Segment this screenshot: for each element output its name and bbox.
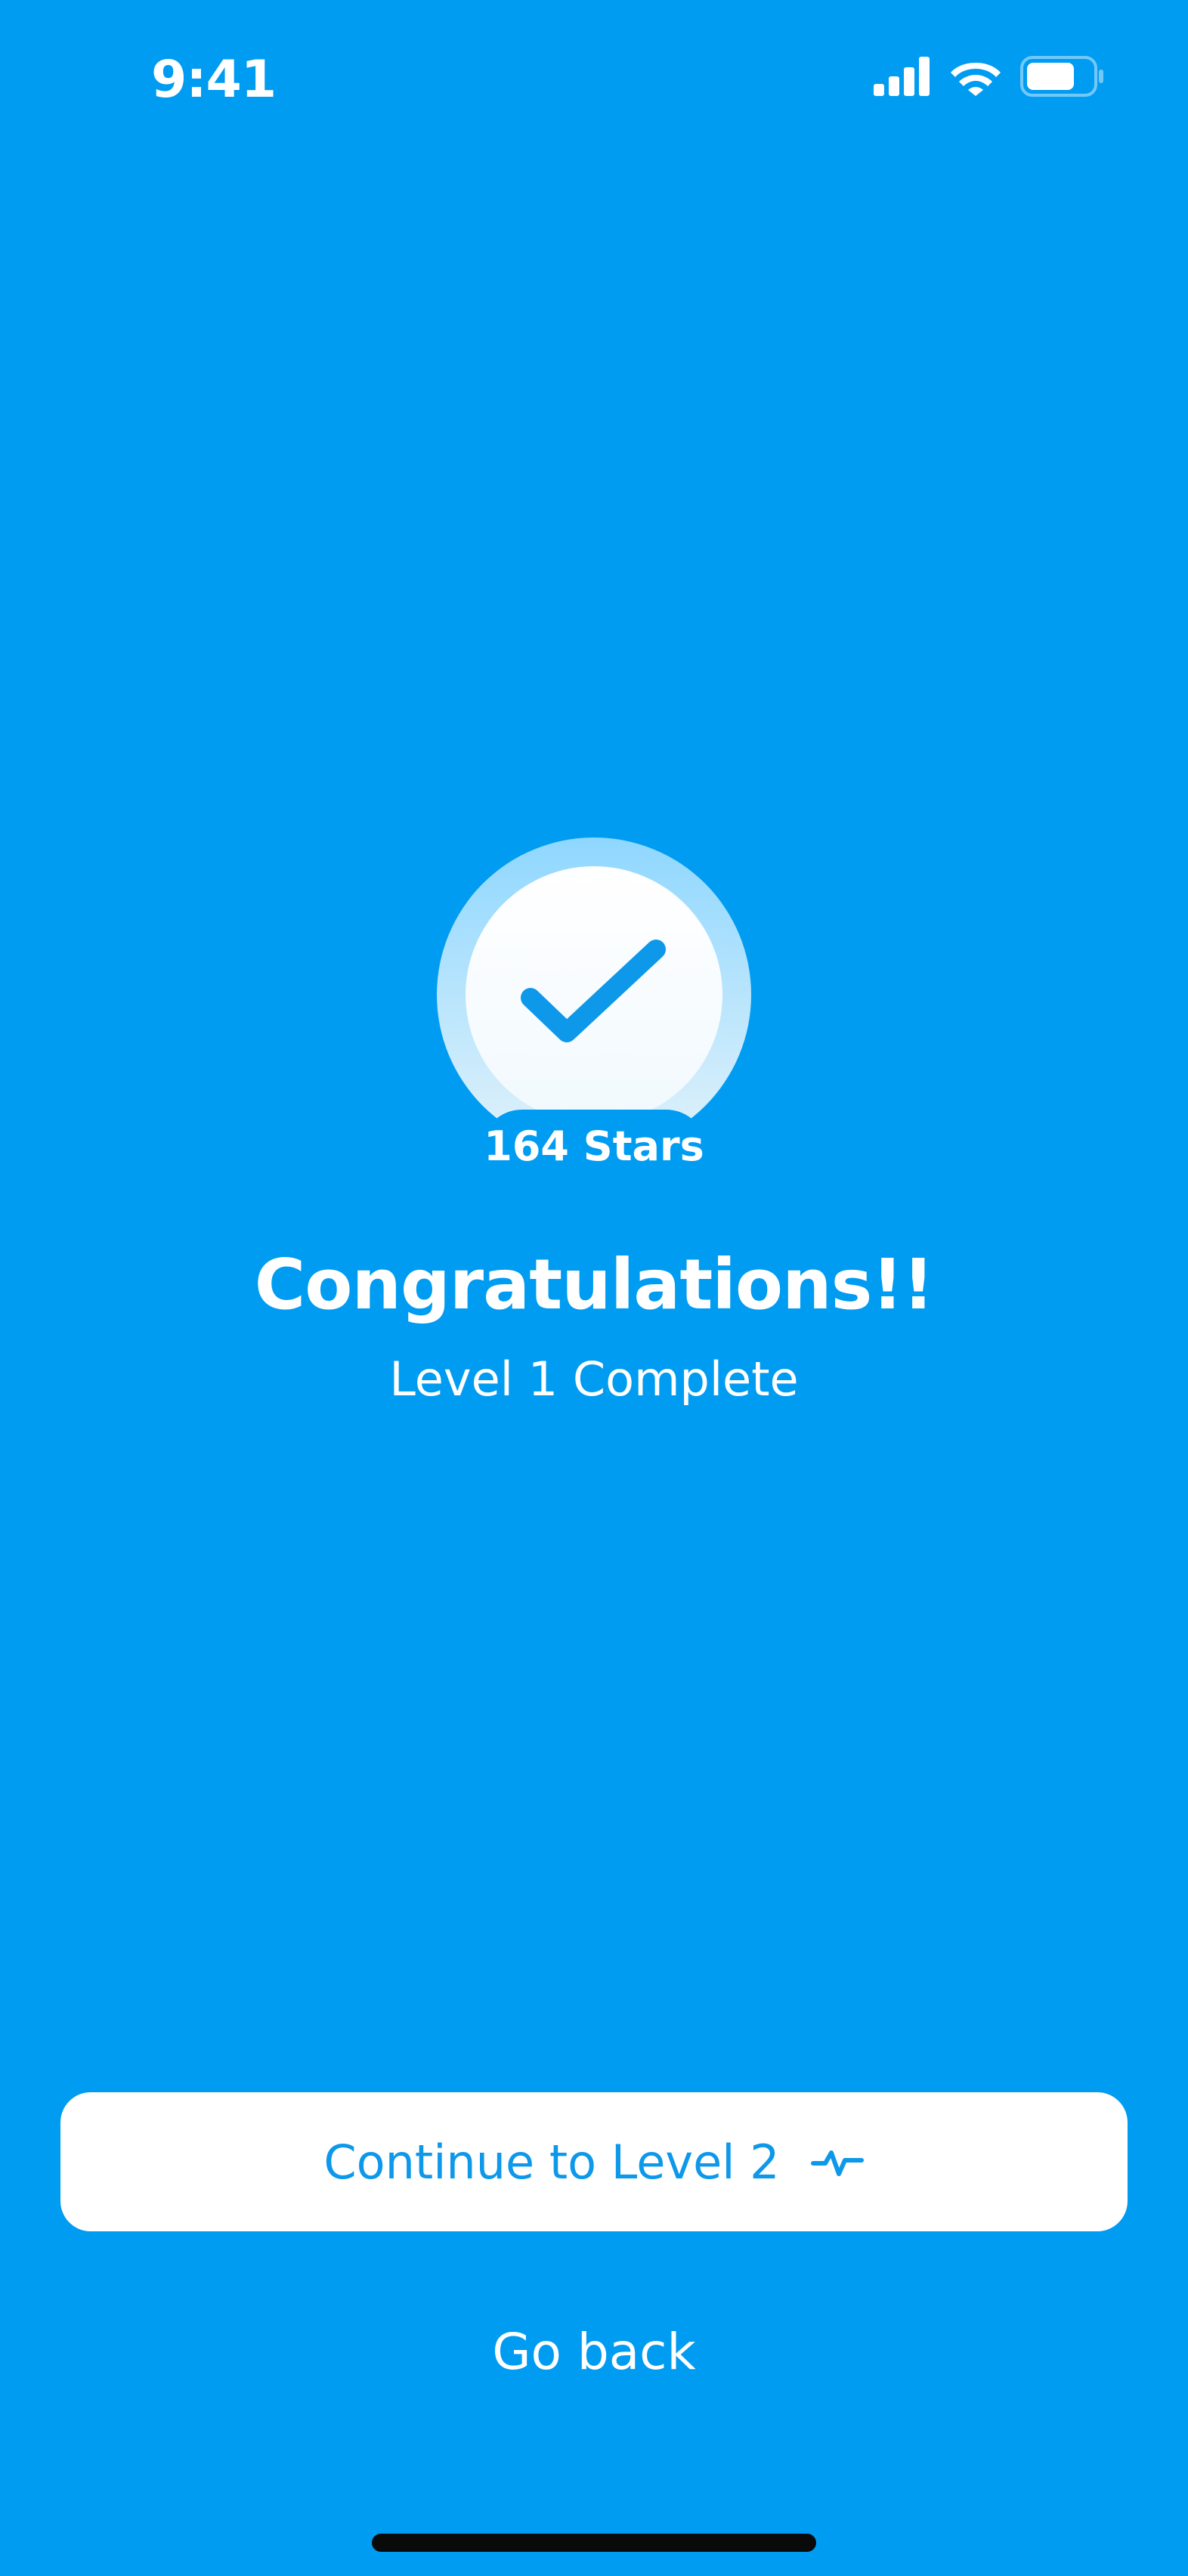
level-complete-badge: 164 Stars	[437, 838, 751, 1193]
status-icons	[874, 56, 1105, 97]
home-indicator[interactable]	[372, 2534, 816, 2552]
cellular-signal-icon	[874, 57, 931, 96]
go-back-button[interactable]: Go back	[367, 2314, 821, 2390]
status-time: 9:41	[151, 50, 277, 110]
status-bar: 9:41	[0, 0, 1188, 159]
activity-pulse-icon	[810, 2144, 865, 2180]
stars-count-label: 164 Stars	[484, 1122, 704, 1170]
congratulations-title: Congratulations!!	[254, 1244, 935, 1325]
continue-to-level-2-button[interactable]: Continue to Level 2	[60, 2092, 1128, 2231]
wifi-icon	[949, 57, 1002, 96]
level-complete-subtitle: Level 1 Complete	[389, 1351, 799, 1407]
battery-icon	[1020, 56, 1105, 97]
continue-button-label: Continue to Level 2	[323, 2134, 780, 2190]
checkmark-icon	[521, 940, 666, 1042]
